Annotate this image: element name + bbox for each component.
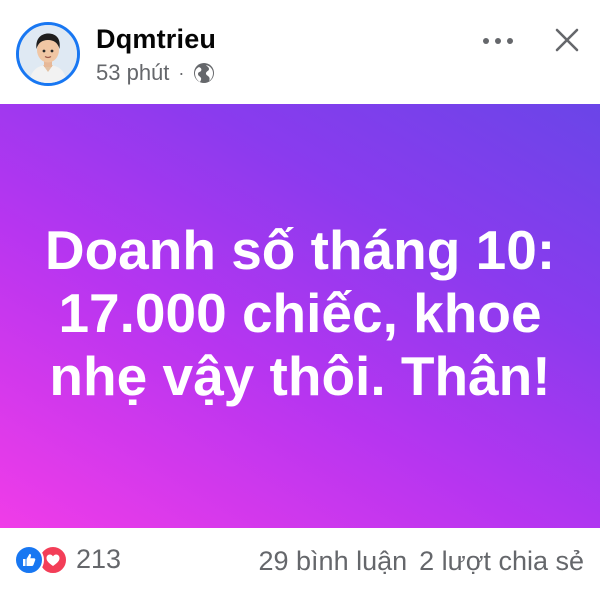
meta-separator: ·: [178, 62, 185, 83]
engagement-stats: 29 bình luận 2 lượt chia sẻ: [259, 546, 585, 577]
post-meta: 53 phút ·: [96, 60, 216, 86]
shares-count[interactable]: 2 lượt chia sẻ: [419, 546, 584, 577]
post-text: Doanh số tháng 10: 17.000 chiếc, khoe nh…: [44, 218, 556, 407]
post-footer: 213 29 bình luận 2 lượt chia sẻ: [0, 528, 600, 600]
globe-icon[interactable]: [192, 61, 216, 85]
post-text-card: Doanh số tháng 10: 17.000 chiếc, khoe nh…: [0, 104, 600, 528]
close-icon[interactable]: [549, 22, 585, 58]
like-icon: [14, 544, 44, 575]
comments-count[interactable]: 29 bình luận: [259, 546, 408, 577]
more-icon[interactable]: [478, 26, 518, 56]
reaction-summary[interactable]: 213: [14, 544, 121, 575]
author-name[interactable]: Dqmtrieu: [96, 24, 216, 55]
post-time[interactable]: 53 phút: [96, 60, 169, 86]
post-header: Dqmtrieu 53 phút ·: [0, 0, 600, 104]
post-card: Dqmtrieu 53 phút · Doanh số tháng 10: 17…: [0, 0, 600, 600]
avatar[interactable]: [16, 22, 80, 86]
reaction-count: 213: [76, 544, 122, 574]
avatar-illustration: [19, 25, 77, 83]
